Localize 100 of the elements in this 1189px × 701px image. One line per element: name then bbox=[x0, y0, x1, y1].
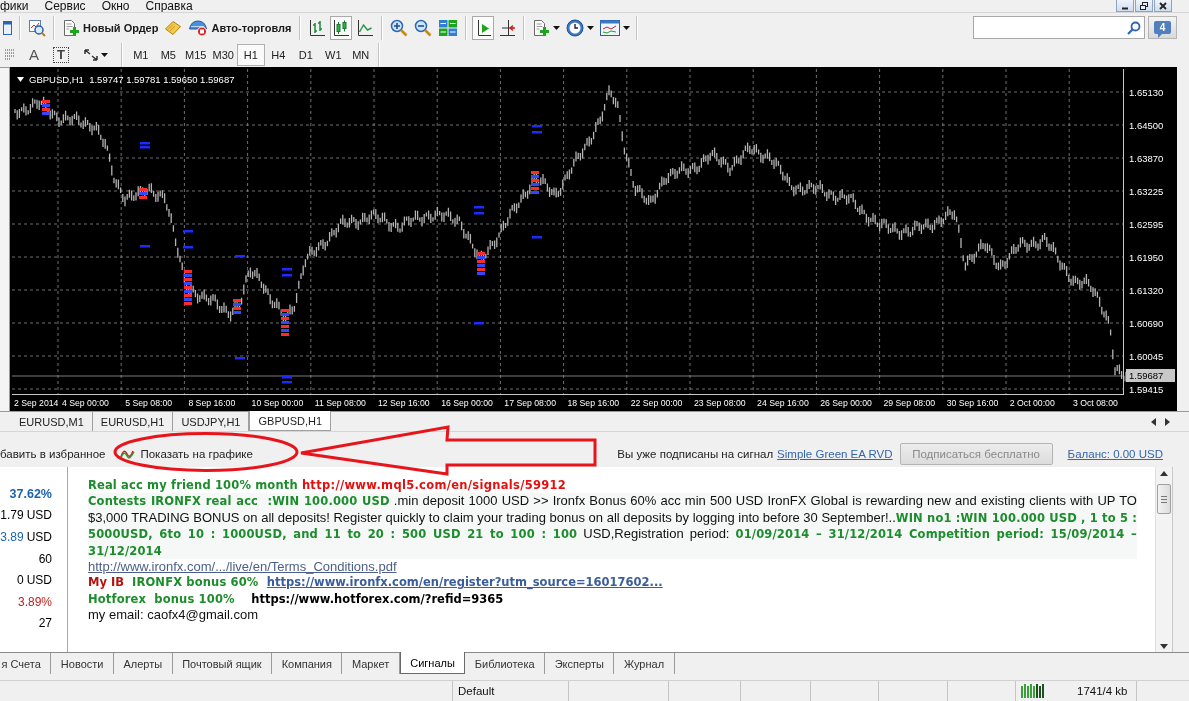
time-label: 4 Sep 00:00 bbox=[61, 398, 110, 408]
letter-tool[interactable]: A bbox=[24, 43, 44, 66]
chart-tab[interactable]: EURUSD,H1 bbox=[92, 412, 174, 431]
stat-value: 3.89 bbox=[0, 530, 24, 544]
search-field[interactable] bbox=[973, 16, 1145, 39]
price-label: 1.65130 bbox=[1129, 87, 1164, 98]
panel-tab[interactable]: Маркет bbox=[342, 653, 400, 674]
zoom-out-icon bbox=[413, 18, 432, 37]
cap-stop-icon bbox=[188, 18, 209, 37]
autoscroll-icon bbox=[497, 18, 516, 37]
close-button[interactable] bbox=[1154, 0, 1172, 12]
time-label: 30 Sep 16:00 bbox=[945, 398, 1000, 408]
panel-tab[interactable]: Сигналы bbox=[399, 652, 466, 674]
scrollbar[interactable] bbox=[1155, 467, 1172, 652]
time-label: 8 Sep 16:00 bbox=[187, 398, 237, 408]
price-label: 1.60690 bbox=[1129, 318, 1164, 329]
menu-item[interactable]: фики bbox=[0, 0, 29, 12]
time-label: 23 Sep 08:00 bbox=[692, 398, 747, 408]
chart-tab[interactable]: EURUSD,M1 bbox=[11, 412, 93, 431]
messages-button[interactable]: 4 bbox=[1148, 16, 1177, 39]
panel-tab[interactable]: Новости bbox=[51, 653, 114, 674]
time-label: 2 Oct 00:00 bbox=[1008, 398, 1056, 408]
restore-button[interactable] bbox=[1135, 0, 1153, 12]
notepad-icon bbox=[164, 18, 183, 37]
subscribed-text: Вы уже подписаны на сигнал bbox=[617, 447, 774, 460]
balance-link[interactable]: Баланс: 0.00 USD bbox=[1067, 447, 1163, 460]
time-label: 11 Sep 08:00 bbox=[313, 398, 367, 408]
price-label: 1.62595 bbox=[1129, 219, 1164, 230]
panel-tab[interactable]: Компания bbox=[272, 653, 343, 674]
document-plus-icon bbox=[62, 18, 80, 37]
menu-item[interactable]: Справка bbox=[145, 0, 193, 12]
price-label: 1.59415 bbox=[1129, 384, 1164, 395]
timeframe-button[interactable]: M15 bbox=[182, 43, 210, 66]
timeframe-button[interactable]: H4 bbox=[264, 43, 292, 66]
add-to-favorites-link[interactable]: бавить в избранное bbox=[0, 447, 106, 460]
time-label: 16 Sep 00:00 bbox=[440, 398, 494, 408]
time-label: 5 Sep 08:00 bbox=[124, 398, 174, 408]
menu-item[interactable]: Окно bbox=[101, 0, 130, 12]
price-label: 1.64500 bbox=[1129, 120, 1164, 131]
shift-button[interactable] bbox=[471, 15, 494, 40]
link[interactable]: http://www.ironfx.com/.../live/en/Terms_Conditions.pdf bbox=[88, 559, 397, 575]
new-order-button[interactable]: Новый Ордер bbox=[60, 15, 161, 40]
price-label: 1.61320 bbox=[1129, 285, 1164, 296]
stat-value: 0 bbox=[16, 573, 24, 588]
signal-link[interactable]: Simple Green EA RVD bbox=[777, 447, 893, 460]
candles-button[interactable] bbox=[329, 15, 352, 40]
tile-windows-icon bbox=[437, 18, 458, 37]
link[interactable]: https://www.ironfx.com/en/register?utm_source=16017602... bbox=[266, 575, 663, 590]
timeframe-button[interactable]: M1 bbox=[127, 43, 155, 66]
description-paragraph: Contests IRONFX real acc :WIN 100.000 USD .min deposit 1000 USD >> Ironfx Bonus 60% acc min 500 USD IronFX Global is rewarding new and existing clients with UP TO $3,000 TRADING BONUS on all deposits! Register quickly to claim your trading bonus on all deposits by logging into before 30 September!..WIN no1 :WIN 100.000 USD , 1 to 5 : 5000USD, 6to 10 : 1000USD, and 11 to 20 : 500 USD 21 to 100 : 100 USD,Registration period: 01/09/2014 – 31/12/2014 Competition period: 15/09/2014 – 31/12/2014 bbox=[88, 493, 1137, 560]
panel-tab[interactable]: Алерты bbox=[113, 653, 173, 674]
price-label: 1.60045 bbox=[1129, 351, 1164, 362]
search-icon bbox=[1127, 20, 1141, 35]
description-line: my email: caofx4@gmail.com bbox=[88, 607, 259, 623]
profile-name: Default bbox=[458, 685, 495, 697]
timeframe-button[interactable]: W1 bbox=[319, 43, 347, 66]
show-on-chart-button[interactable]: Показать на графике bbox=[120, 447, 253, 460]
panel-tab[interactable]: Почтовый ящик bbox=[172, 653, 273, 674]
price-label: 1.63870 bbox=[1129, 153, 1164, 164]
panel-tab[interactable]: Эксперты bbox=[545, 653, 615, 674]
candlestick-icon bbox=[331, 18, 350, 37]
current-price-label: 1.59687 bbox=[1126, 369, 1175, 382]
arrow-left-icon[interactable] bbox=[1151, 417, 1156, 426]
timeframe-button[interactable]: MN bbox=[347, 43, 375, 66]
timeframe-button[interactable]: M5 bbox=[154, 43, 182, 66]
close-icon bbox=[1159, 1, 1167, 10]
time-label: 18 Sep 16:00 bbox=[566, 398, 621, 408]
time-label: 2 Sep 2014 bbox=[13, 398, 60, 408]
panel-tab[interactable]: я Счета bbox=[0, 653, 52, 674]
time-label: 24 Sep 16:00 bbox=[756, 398, 810, 408]
timeframe-button[interactable]: H1 bbox=[237, 43, 265, 66]
stat-unit: USD bbox=[26, 508, 52, 523]
panel-tab[interactable]: Библиотека bbox=[465, 653, 546, 674]
arrow-up-icon[interactable] bbox=[1160, 471, 1168, 476]
arrow-down-icon[interactable] bbox=[1160, 644, 1168, 649]
chart-line-icon bbox=[120, 448, 136, 459]
panel-tab[interactable]: Журнал bbox=[614, 653, 675, 674]
chart-magnifier-icon bbox=[28, 18, 46, 37]
stat-value: 27 bbox=[38, 616, 52, 631]
time-label: 17 Sep 08:00 bbox=[503, 398, 557, 408]
stat-value: 3.89% bbox=[17, 594, 52, 609]
chart-tab[interactable]: GBPUSD,H1 bbox=[249, 411, 332, 431]
stat-unit: USD bbox=[26, 573, 52, 588]
price-label: 1.61950 bbox=[1129, 252, 1164, 263]
minimize-button[interactable] bbox=[1116, 0, 1134, 12]
time-label: 26 Sep 00:00 bbox=[819, 398, 873, 408]
stat-value: 60 bbox=[38, 551, 52, 566]
signal-bars-icon bbox=[1021, 684, 1045, 698]
scrollbar-thumb[interactable] bbox=[1157, 484, 1171, 514]
timeframe-button[interactable]: D1 bbox=[292, 43, 320, 66]
time-label: 10 Sep 00:00 bbox=[250, 398, 305, 408]
arrow-right-icon[interactable] bbox=[1165, 417, 1170, 426]
bar-chart-icon bbox=[307, 18, 326, 37]
document-plus-icon bbox=[531, 18, 550, 37]
template-icon bbox=[599, 18, 620, 37]
dotted-lines-icon bbox=[5, 46, 15, 63]
auto-trading-button[interactable]: Авто-торговля bbox=[186, 15, 294, 40]
timeframe-button[interactable]: M30 bbox=[209, 43, 237, 66]
boxed-letter-tool[interactable]: T bbox=[48, 43, 74, 66]
menu-item[interactable]: Сервис bbox=[44, 0, 86, 12]
